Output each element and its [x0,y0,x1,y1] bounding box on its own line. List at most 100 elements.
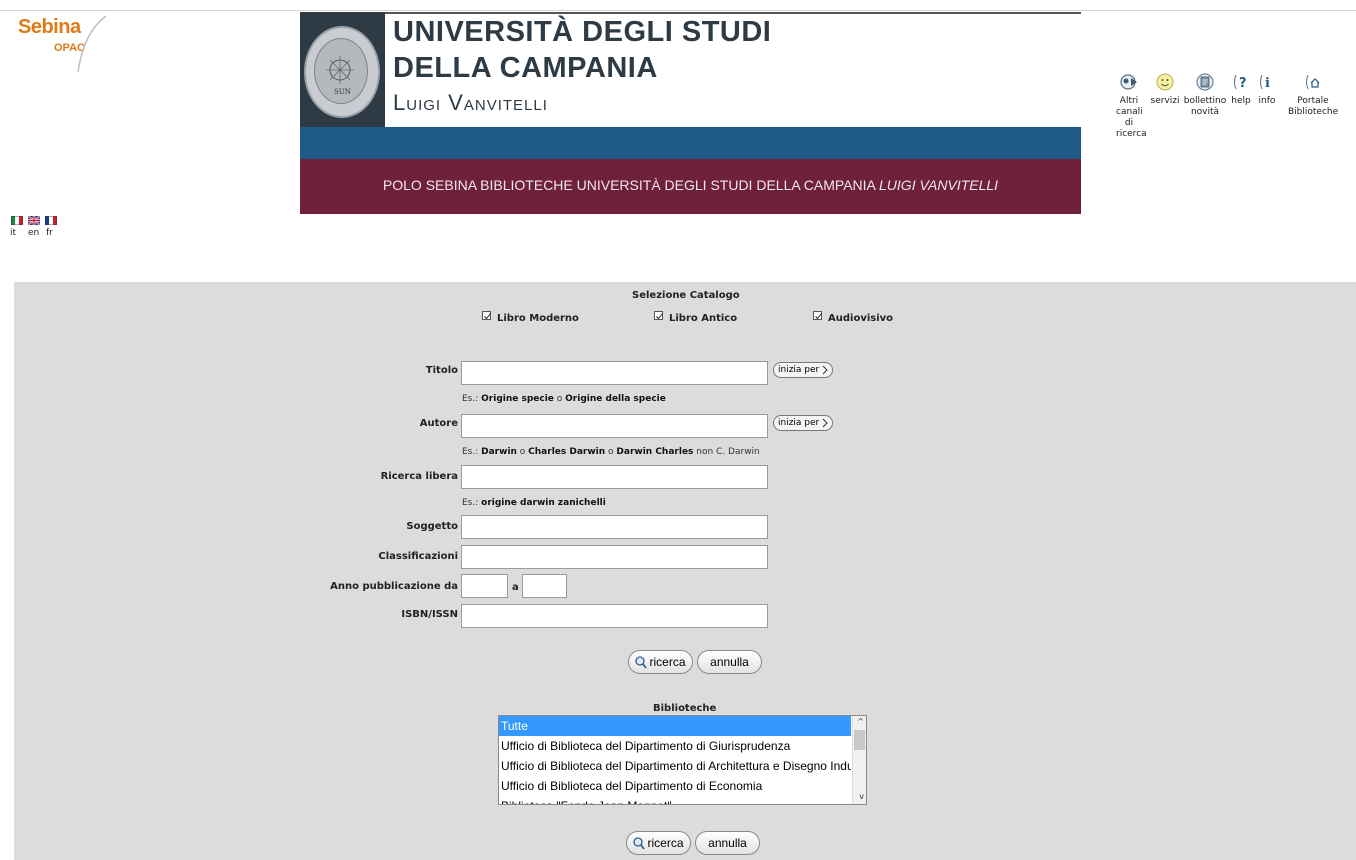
inizia-per-label: inizia per [778,365,820,375]
list-item[interactable]: Biblioteca "Fondo Jean Monnet" [499,796,851,804]
help-label: help [1231,96,1251,106]
titolo-label: Titolo [425,365,458,376]
titolo-hint: Es.: Origine specie o Origine della spec… [462,394,666,404]
banner-line-3: Luigi Vanvitelli [393,90,548,115]
anno-a-input[interactable] [522,574,567,598]
hint-prefix: Es.: [462,447,482,457]
magnifier-icon [635,656,648,669]
annulla-label: annulla [708,836,747,850]
checkbox-audiovisivo[interactable] [813,311,822,320]
hint-example: Origine della specie [565,394,666,404]
banner-line-2: DELLA CAMPANIA [393,52,658,84]
portale-label-2: Biblioteche [1288,107,1339,117]
hint-example: Charles Darwin [528,447,606,457]
portale-link[interactable]: Portale Biblioteche [1288,72,1338,118]
list-item[interactable]: Tutte [499,716,851,736]
polo-italic: LUIGI VANVITELLI [879,177,999,193]
classificazioni-input[interactable] [461,545,768,569]
classificazioni-label: Classificazioni [378,551,458,562]
soggetto-input[interactable] [461,515,768,539]
servizi-link[interactable]: servizi [1148,72,1182,107]
catalog-title: Selezione Catalogo [632,290,740,301]
titolo-inizia-per-button[interactable]: inizia per [773,362,834,378]
hint-sep: o [553,394,566,404]
altri-label-4: ricerca [1116,129,1147,139]
svg-text:i: i [1265,76,1270,91]
biblioteche-listbox[interactable]: Tutte Ufficio di Biblioteca del Dipartim… [498,715,867,805]
hint-prefix: Es.: [462,498,482,508]
scroll-up-icon[interactable]: ^ [857,717,864,726]
info-icon: i [1260,74,1270,91]
list-item[interactable]: Ufficio di Biblioteca del Dipartimento d… [499,776,851,796]
flag-it-icon[interactable] [11,216,23,225]
flag-fr-icon[interactable] [45,216,57,225]
titolo-input[interactable] [461,361,768,385]
anno-da-input[interactable] [461,574,508,598]
help-link[interactable]: ? help [1230,72,1252,107]
scroll-down-icon[interactable]: v [859,792,864,801]
bollettino-label-1: bollettino [1183,96,1227,106]
altri-canali-link[interactable]: Altri canali di ricerca [1116,72,1147,140]
label-audiovisivo: Audiovisivo [828,313,894,324]
checkbox-libro-moderno[interactable] [482,311,491,320]
annulla-label: annulla [710,655,749,669]
scrollbar-thumb[interactable] [854,730,865,750]
lang-en[interactable]: en [28,228,39,238]
banner-polo-bar: POLO SEBINA BIBLIOTECHE UNIVERSITÀ DEGLI… [300,159,1081,214]
autore-input[interactable] [461,414,768,438]
biblioteche-title: Biblioteche [653,703,717,714]
autore-inizia-per-button[interactable]: inizia per [773,415,834,431]
hint-example: Darwin [481,447,517,457]
label-libro-moderno: Libro Moderno [497,313,579,324]
logo-name: Sebina [18,16,81,38]
lang-fr[interactable]: fr [46,228,53,238]
banner-line-1: UNIVERSITÀ DEGLI STUDI [393,16,772,48]
newsletter-icon [1196,73,1214,91]
university-banner: SUN UNIVERSITÀ DEGLI STUDI DELLA CAMPANI… [300,12,1081,214]
ricerca-button-top[interactable]: ricerca [628,650,693,674]
flag-en-icon[interactable] [28,216,40,225]
list-item[interactable]: Ufficio di Biblioteca del Dipartimento d… [499,736,851,756]
hint-prefix: Es.: [462,394,482,404]
ricerca-libera-label: Ricerca libera [380,471,458,482]
ricerca-label: ricerca [647,836,684,850]
banner-topbar [300,12,1081,14]
annulla-button-top[interactable]: annulla [697,650,762,674]
hint-example: Origine specie [481,394,554,404]
soggetto-label: Soggetto [406,521,458,532]
info-link[interactable]: i info [1256,72,1278,107]
autore-label: Autore [419,418,458,429]
lang-it[interactable]: it [10,228,16,238]
smiley-icon [1156,73,1174,91]
seal-text: SUN [334,88,351,96]
ricerca-button-bottom[interactable]: ricerca [626,831,691,855]
hint-example: Darwin Charles [616,447,694,457]
sebina-opac-logo[interactable]: Sebina OPAC [14,14,109,74]
ricerca-libera-input[interactable] [461,465,768,489]
play-arrow-icon [822,365,828,374]
altri-label-2: canali [1116,107,1143,117]
inizia-per-label: inizia per [778,418,820,428]
toolbar: Altri canali di ricerca servizi bolletti… [1116,72,1356,162]
altri-label-1: Altri [1119,96,1139,106]
bollettino-link[interactable]: bollettino novità [1182,72,1228,118]
hint-sep: o [516,447,529,457]
annulla-button-bottom[interactable]: annulla [695,831,760,855]
channels-icon [1120,74,1137,90]
home-icon [1306,74,1320,90]
autore-hint: Es.: Darwin o Charles Darwin o Darwin Ch… [462,447,760,457]
svg-text:?: ? [1239,76,1247,91]
isbn-input[interactable] [461,604,768,628]
ricerca-label: ricerca [649,655,686,669]
checkbox-libro-antico[interactable] [654,311,663,320]
anno-label: Anno pubblicazione da [330,581,458,592]
servizi-label: servizi [1150,96,1180,106]
label-libro-antico: Libro Antico [669,313,738,324]
list-item[interactable]: Ufficio di Biblioteca del Dipartimento d… [499,756,851,776]
help-icon: ? [1234,74,1247,91]
polo-text: POLO SEBINA BIBLIOTECHE UNIVERSITÀ DEGLI… [382,177,876,193]
ricerca-libera-hint: Es.: origine darwin zanichelli [462,498,606,508]
play-arrow-icon [822,418,828,427]
bollettino-label-2: novità [1190,107,1220,117]
hint-example: origine darwin zanichelli [481,498,606,508]
